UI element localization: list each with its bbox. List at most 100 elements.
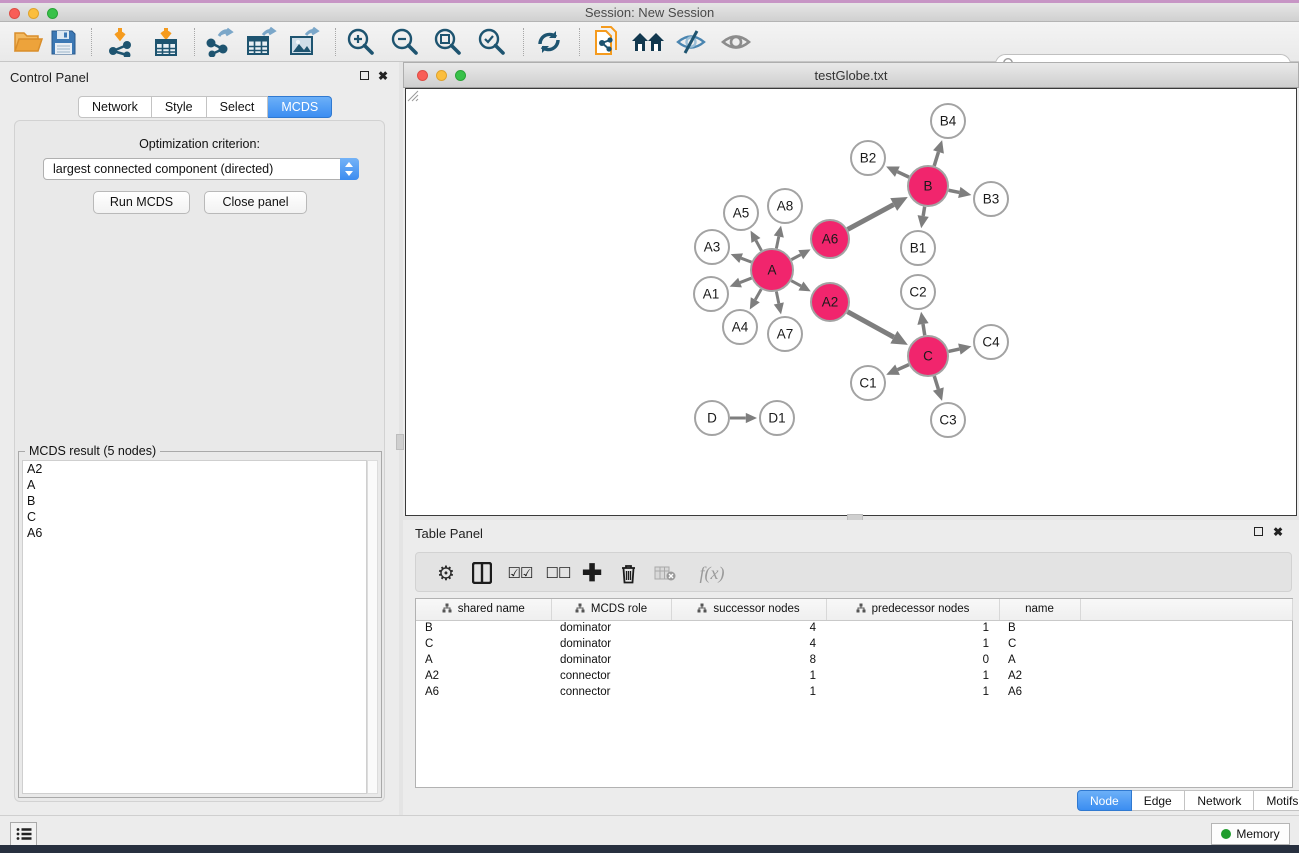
network-window-titlebar[interactable]: testGlobe.txt [403,62,1299,88]
float-panel-icon[interactable] [357,69,371,83]
window-titlebar[interactable]: Session: New Session [0,3,1299,22]
open-session-icon[interactable] [10,26,46,58]
save-session-icon[interactable] [45,26,81,58]
table-tab-node-table[interactable]: Node Table [1077,790,1132,811]
table-cell[interactable]: A2 [416,668,551,684]
graph-edge[interactable] [898,365,909,370]
graph-edge[interactable] [948,349,959,351]
control-tab-select[interactable]: Select [207,96,269,118]
graph-edge[interactable] [949,190,960,192]
graph-edge[interactable] [755,289,761,300]
mcds-result-item[interactable]: C [23,509,366,525]
table-cell[interactable]: 1 [826,636,999,652]
table-cell[interactable]: connector [551,668,671,684]
table-cell[interactable]: A [999,652,1080,668]
export-image-icon[interactable] [286,26,322,58]
export-table-icon[interactable] [243,26,279,58]
graph-edge[interactable] [776,292,778,304]
select-all-columns-icon[interactable]: ☑☑ [504,557,536,589]
memory-button[interactable]: Memory [1211,823,1290,845]
table-cell[interactable]: B [416,620,551,636]
control-tab-style[interactable]: Style [152,96,207,118]
table-settings-icon[interactable]: ⚙ [432,557,460,589]
close-panel-button[interactable]: Close panel [204,191,307,214]
table-cell[interactable]: 4 [671,636,826,652]
column-header-name[interactable]: name [999,599,1080,620]
zoom-in-icon[interactable] [343,26,379,58]
mcds-result-item[interactable]: A [23,477,366,493]
show-column-icon[interactable] [468,557,496,589]
mcds-result-item[interactable]: B [23,493,366,509]
table-cell[interactable]: 8 [671,652,826,668]
control-tab-network[interactable]: Network [78,96,152,118]
control-tab-mcds[interactable]: MCDS [268,96,332,118]
graph-edge[interactable] [934,376,938,389]
table-cell[interactable]: dominator [551,636,671,652]
graph-edge[interactable] [923,207,924,216]
table-cell[interactable]: A [416,652,551,668]
table-tab-motifs[interactable]: Motifs [1254,790,1299,811]
graph-edge[interactable] [897,172,909,177]
graph-edge[interactable] [791,281,801,286]
table-row[interactable]: Bdominator41B [416,620,1293,636]
optimization-criterion-dropdown[interactable]: largest connected component (directed) [43,158,359,180]
run-mcds-button[interactable]: Run MCDS [93,191,190,214]
import-table-icon[interactable] [148,26,184,58]
mcds-result-item[interactable]: A6 [23,525,366,541]
graph-edge[interactable] [934,152,938,166]
close-panel-icon[interactable]: ✖ [376,69,390,83]
table-row[interactable]: Adominator80A [416,652,1293,668]
column-header-successor-nodes[interactable]: successor nodes [671,599,826,620]
refresh-icon[interactable] [531,26,567,58]
table-row[interactable]: Cdominator41C [416,636,1293,652]
table-cell[interactable]: A6 [416,684,551,700]
network-from-document-icon[interactable] [589,26,625,58]
column-header-predecessor-nodes[interactable]: predecessor nodes [826,599,999,620]
function-builder-icon[interactable]: f(x) [694,557,730,589]
table-cell[interactable]: 1 [671,684,826,700]
zoom-fit-icon[interactable] [430,26,466,58]
column-header-mcds-role[interactable]: MCDS role [551,599,671,620]
table-cell[interactable]: C [416,636,551,652]
result-list-scrollbar[interactable] [367,460,378,794]
show-graphics-details-icon[interactable] [718,26,754,58]
table-cell[interactable]: dominator [551,652,671,668]
window-resize-grip[interactable] [406,89,419,102]
import-network-icon[interactable] [102,26,138,58]
table-cell[interactable]: C [999,636,1080,652]
graph-edge[interactable] [740,278,751,283]
hide-graphics-details-icon[interactable] [673,26,709,58]
table-cell[interactable]: 1 [671,668,826,684]
network-canvas[interactable]: AA1A2A3A4A5A6A7A8BB1B2B3B4CC1C2C3C4DD1 [405,88,1297,516]
table-cell[interactable]: A2 [999,668,1080,684]
delete-column-icon[interactable] [614,557,642,589]
graph-edge[interactable] [923,324,925,335]
table-cell[interactable]: 1 [826,620,999,636]
table-cell[interactable]: 0 [826,652,999,668]
unselect-all-columns-icon[interactable]: ☐☐ [542,557,574,589]
table-cell[interactable]: 4 [671,620,826,636]
table-cell[interactable]: B [999,620,1080,636]
table-cell[interactable]: 1 [826,668,999,684]
graph-edge[interactable] [741,258,751,262]
table-cell[interactable]: A6 [999,684,1080,700]
graph-edge[interactable] [791,255,800,260]
table-cell[interactable]: 1 [826,684,999,700]
float-panel-icon[interactable] [1251,525,1265,539]
graph-edge[interactable] [756,240,762,250]
zoom-out-icon[interactable] [387,26,423,58]
zoom-selected-icon[interactable] [474,26,510,58]
close-panel-icon[interactable]: ✖ [1271,525,1285,539]
add-column-icon[interactable]: ✚ [578,557,606,589]
table-tab-edge-table[interactable]: Edge Table [1132,790,1186,811]
table-cell[interactable]: dominator [551,620,671,636]
graph-edge[interactable] [848,205,894,230]
home-icon[interactable] [630,26,666,58]
table-row[interactable]: A6connector11A6 [416,684,1293,700]
delete-table-icon[interactable] [650,557,680,589]
mcds-result-item[interactable]: A2 [23,461,366,477]
column-header-shared-name[interactable]: shared name [416,599,551,620]
export-network-icon[interactable] [201,26,237,58]
table-row[interactable]: A2connector11A2 [416,668,1293,684]
graph-edge[interactable] [848,312,894,338]
